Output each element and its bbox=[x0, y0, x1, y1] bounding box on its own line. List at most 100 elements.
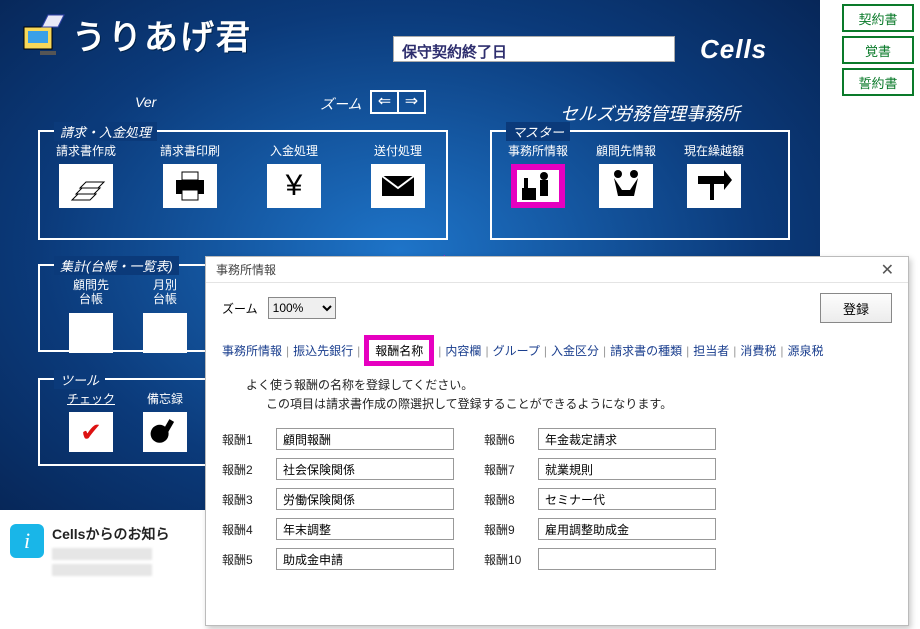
main-zoom-label: ズーム bbox=[320, 94, 362, 114]
office-name-label: セルズ労務管理事務所 bbox=[560, 100, 740, 126]
info-icon: i bbox=[10, 524, 44, 558]
group-tools-title: ツール bbox=[54, 370, 105, 389]
fee-label-5: 報酬5 bbox=[222, 551, 266, 568]
btn-office-info[interactable]: 事務所情報 bbox=[502, 144, 574, 208]
fee-label-8: 報酬8 bbox=[484, 491, 528, 508]
fee-input-7[interactable] bbox=[538, 458, 716, 480]
tab-fee-name[interactable]: 報酬名称 bbox=[364, 335, 434, 366]
tab-deposit[interactable]: 入金区分 bbox=[551, 342, 599, 359]
label: 現在繰越額 bbox=[684, 144, 744, 158]
dialog-tabbar: 事務所情報| 振込先銀行| 報酬名称| 内容欄| グループ| 入金区分| 請求書… bbox=[222, 335, 892, 366]
info-blurred-lines bbox=[52, 548, 169, 576]
group-totals: 集計(台帳・一覧表) 顧問先台帳 月別台帳 bbox=[38, 264, 218, 352]
handshake-icon bbox=[599, 164, 653, 208]
tab-staff[interactable]: 担当者 bbox=[693, 342, 729, 359]
fee-input-9[interactable] bbox=[538, 518, 716, 540]
dialog-title-text: 事務所情報 bbox=[216, 261, 276, 278]
dialog-msg1: よく使う報酬の名称を登録してください。 bbox=[246, 376, 892, 393]
dialog-office-info: 事務所情報 ✕ ズーム 100% 登録 事務所情報| 振込先銀行| 報酬名称| … bbox=[205, 256, 909, 626]
btn-memo[interactable]: 備忘録 bbox=[137, 392, 193, 452]
check-icon: ✔ bbox=[69, 412, 113, 452]
info-title: Cellsからのお知ら bbox=[52, 524, 169, 544]
side-button-column: 契約書 覚書 誓約書 bbox=[842, 4, 914, 96]
label: チェック bbox=[67, 392, 115, 406]
label: 備忘録 bbox=[147, 392, 183, 406]
side-btn-oath[interactable]: 誓約書 bbox=[842, 68, 914, 96]
dialog-titlebar: 事務所情報 ✕ bbox=[206, 257, 908, 283]
main-zoom-buttons[interactable]: ⇐ ⇒ bbox=[370, 90, 426, 114]
close-icon[interactable]: ✕ bbox=[877, 260, 898, 280]
fee-label-3: 報酬3 bbox=[222, 491, 266, 508]
dialog-zoom-select[interactable]: 100% bbox=[268, 297, 336, 319]
group-tools: ツール チェック ✔ 備忘録 bbox=[38, 378, 218, 466]
fee-label-1: 報酬1 bbox=[222, 431, 266, 448]
fee-label-9: 報酬9 bbox=[484, 521, 528, 538]
contract-end-field[interactable]: 保守契約終了日 bbox=[393, 36, 675, 62]
label: 月別台帳 bbox=[153, 278, 177, 307]
tab-invoice-type[interactable]: 請求書の種類 bbox=[610, 342, 682, 359]
label: 送付処理 bbox=[374, 144, 422, 158]
app-logo-icon bbox=[18, 11, 66, 59]
yen-icon: ¥ bbox=[267, 164, 321, 208]
fee-label-2: 報酬2 bbox=[222, 461, 266, 478]
office-icon bbox=[511, 164, 565, 208]
tab-bank[interactable]: 振込先銀行 bbox=[293, 342, 353, 359]
label: 請求書作成 bbox=[56, 144, 116, 158]
group-master: マスター 事務所情報 顧問先情報 現在繰越額 bbox=[490, 130, 790, 240]
ledger-icon bbox=[69, 313, 113, 353]
label: 顧問先情報 bbox=[596, 144, 656, 158]
zoom-left-icon[interactable]: ⇐ bbox=[372, 92, 399, 112]
dialog-msg2: この項目は請求書作成の際選択して登録することができるようになります。 bbox=[266, 395, 892, 412]
side-btn-memo[interactable]: 覚書 bbox=[842, 36, 914, 64]
fee-label-7: 報酬7 bbox=[484, 461, 528, 478]
group-billing: 請求・入金処理 請求書作成 請求書印刷 入金処理 ¥ 送付処理 bbox=[38, 130, 448, 240]
btn-monthly-ledger[interactable]: 月別台帳 bbox=[137, 278, 193, 353]
fee-fields: 報酬1 報酬2 報酬3 報酬4 報酬5 報酬6 報酬7 報酬8 報酬9 報酬10 bbox=[222, 428, 892, 570]
fee-label-10: 報酬10 bbox=[484, 551, 528, 568]
group-billing-title: 請求・入金処理 bbox=[54, 122, 157, 141]
version-label: Ver bbox=[135, 94, 156, 110]
fee-input-3[interactable] bbox=[276, 488, 454, 510]
label: 入金処理 bbox=[270, 144, 318, 158]
fee-input-8[interactable] bbox=[538, 488, 716, 510]
fee-input-10[interactable] bbox=[538, 548, 716, 570]
btn-client-info[interactable]: 顧問先情報 bbox=[590, 144, 662, 208]
tab-tax[interactable]: 消費税 bbox=[740, 342, 776, 359]
fee-input-5[interactable] bbox=[276, 548, 454, 570]
group-totals-title: 集計(台帳・一覧表) bbox=[54, 256, 179, 275]
app-logo: うりあげ君 bbox=[18, 10, 252, 59]
fee-label-6: 報酬6 bbox=[484, 431, 528, 448]
label: 事務所情報 bbox=[508, 144, 568, 158]
brand-text: Cells bbox=[700, 34, 767, 65]
paper-stack-icon bbox=[59, 164, 113, 208]
printer-icon bbox=[163, 164, 217, 208]
btn-carryover[interactable]: 現在繰越額 bbox=[678, 144, 750, 208]
group-master-title: マスター bbox=[506, 122, 570, 141]
tab-content[interactable]: 内容欄 bbox=[445, 342, 481, 359]
btn-check[interactable]: チェック ✔ bbox=[63, 392, 119, 452]
info-panel: i Cellsからのお知ら bbox=[10, 524, 169, 576]
envelope-icon bbox=[371, 164, 425, 208]
carryover-icon bbox=[687, 164, 741, 208]
app-name: うりあげ君 bbox=[72, 10, 252, 59]
btn-send-process[interactable]: 送付処理 bbox=[362, 144, 434, 208]
dialog-zoom-label: ズーム bbox=[222, 300, 258, 317]
fee-input-2[interactable] bbox=[276, 458, 454, 480]
btn-payment-entry[interactable]: 入金処理 ¥ bbox=[258, 144, 330, 208]
btn-print-invoice[interactable]: 請求書印刷 bbox=[154, 144, 226, 208]
fee-input-1[interactable] bbox=[276, 428, 454, 450]
memo-icon bbox=[143, 412, 187, 452]
label: 顧問先台帳 bbox=[73, 278, 109, 307]
monthly-icon bbox=[143, 313, 187, 353]
register-button[interactable]: 登録 bbox=[820, 293, 892, 323]
tab-group[interactable]: グループ bbox=[493, 342, 540, 359]
fee-input-6[interactable] bbox=[538, 428, 716, 450]
label: 請求書印刷 bbox=[160, 144, 220, 158]
btn-create-invoice[interactable]: 請求書作成 bbox=[50, 144, 122, 208]
zoom-right-icon[interactable]: ⇒ bbox=[399, 92, 424, 112]
tab-office[interactable]: 事務所情報 bbox=[222, 342, 282, 359]
tab-withholding[interactable]: 源泉税 bbox=[788, 342, 824, 359]
side-btn-contract[interactable]: 契約書 bbox=[842, 4, 914, 32]
btn-client-ledger[interactable]: 顧問先台帳 bbox=[63, 278, 119, 353]
fee-input-4[interactable] bbox=[276, 518, 454, 540]
